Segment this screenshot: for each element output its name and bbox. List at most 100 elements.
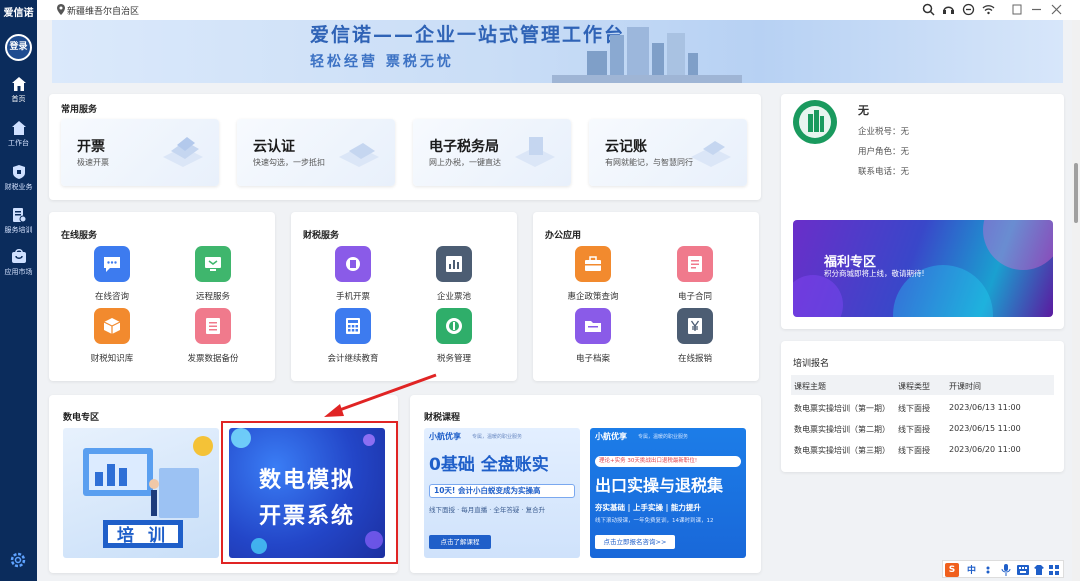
app-policy-query[interactable]: 惠企政策查询 xyxy=(548,246,638,308)
sidebar-item-app-market[interactable]: 应用市场 xyxy=(0,247,37,287)
mobile-invoice-icon xyxy=(346,257,360,271)
service-card-cloud-auth[interactable]: 云认证 快速勾选，一步抵扣 xyxy=(237,119,395,186)
top-bar: 新疆维吾尔自治区 xyxy=(37,0,1080,20)
sidebar-item-service-training[interactable]: 服务培训 xyxy=(0,205,37,245)
app-e-contract[interactable]: 电子合同 xyxy=(650,246,740,308)
sidebar-item-home[interactable]: 首页 xyxy=(0,74,37,114)
course-cta-button[interactable]: 点击立即报名咨询>> xyxy=(595,535,675,549)
app-label: 财税知识库 xyxy=(90,354,134,364)
punctuation-icon[interactable] xyxy=(985,565,995,575)
course-tag: 专属，温暖的职业服务 xyxy=(638,434,689,440)
location-selector[interactable]: 新疆维吾尔自治区 xyxy=(67,4,139,17)
app-label: 会计继续教育 xyxy=(327,354,379,364)
training-label: 培 训 xyxy=(117,526,169,546)
sidebar-item-tax-business[interactable]: 财税业务 xyxy=(0,162,37,202)
service-subtitle: 有网就能记，与智慧同行 xyxy=(605,158,693,167)
app-icon-tile xyxy=(436,308,472,344)
app-icon-tile xyxy=(94,308,130,344)
sidebar-item-label: 财税业务 xyxy=(4,183,33,191)
service-card-e-tax-bureau[interactable]: 电子税务局 网上办税，一键直达 xyxy=(413,119,571,186)
service-card-invoice[interactable]: 开票 极速开票 xyxy=(61,119,219,186)
app-enterprise-invoice-pool[interactable]: 企业票池 xyxy=(409,246,499,308)
column-header: 课程主题 xyxy=(794,382,826,391)
training-title: 培训报名 xyxy=(793,359,830,369)
microphone-icon[interactable] xyxy=(1001,564,1011,576)
app-online-reimbursement[interactable]: 在线报销 xyxy=(650,308,740,370)
table-cell-topic[interactable]: 数电票实操培训（第三期） xyxy=(794,445,890,456)
sidebar-item-label: 首页 xyxy=(11,95,26,103)
yuan-icon xyxy=(688,318,702,334)
tax-services-title: 财税服务 xyxy=(303,231,340,241)
app-icon-tile xyxy=(94,246,130,282)
app-icon-tile xyxy=(335,308,371,344)
close-icon[interactable] xyxy=(1050,3,1063,16)
service-subtitle: 极速开票 xyxy=(77,158,109,167)
minimize-icon[interactable] xyxy=(1030,3,1043,16)
app-tax-knowledge-base[interactable]: 财税知识库 xyxy=(67,308,157,370)
app-mobile-invoice[interactable]: 手机开票 xyxy=(308,246,398,308)
gear-icon[interactable] xyxy=(9,551,27,569)
service-card-cloud-bookkeeping[interactable]: 云记账 有网就能记，与智慧同行 xyxy=(589,119,747,186)
course-banner-accounting[interactable]: 小航优享 专属，温暖的职业服务 0基础 全盘账实 10天! 会计小白蜕变成为实操… xyxy=(424,428,580,558)
invoice-illustration-icon xyxy=(163,137,203,167)
app-label: 电子合同 xyxy=(677,292,712,302)
sogou-icon[interactable]: S xyxy=(945,563,959,577)
service-training-icon xyxy=(12,208,26,223)
chat-bubble-icon xyxy=(104,257,120,272)
app-icon-tile xyxy=(195,308,231,344)
table-cell-type: 线下面授 xyxy=(898,446,930,455)
course-cta-button[interactable]: 点击了解课程 xyxy=(429,535,491,549)
app-window: 爱信诺 登录 首页 工作台 财税业务 服务培训 应用市场 新疆维吾尔自治区 爱信… xyxy=(0,0,1080,581)
app-label: 电子档案 xyxy=(575,354,610,364)
restore-icon[interactable] xyxy=(1010,3,1023,16)
course-features: 线下滚动授课，一年免费复训，14课时到课，12 xyxy=(595,518,714,524)
service-title: 云记账 xyxy=(605,139,647,155)
bookkeeping-illustration-icon xyxy=(691,141,731,167)
table-cell-time: 2023/06/13 11:00 xyxy=(949,403,1021,412)
app-tax-management[interactable]: 税务管理 xyxy=(409,308,499,370)
skyline-base xyxy=(552,75,742,83)
app-invoice-backup[interactable]: 发票数据备份 xyxy=(168,308,258,370)
app-e-archive[interactable]: 电子档案 xyxy=(548,308,638,370)
location-pin-icon xyxy=(57,4,65,15)
shirt-icon[interactable] xyxy=(1034,565,1044,575)
service-title: 电子税务局 xyxy=(429,139,499,155)
grid-menu-icon[interactable] xyxy=(1049,565,1059,575)
digital-training-banner[interactable]: 培 训 xyxy=(63,428,219,558)
keyboard-icon[interactable] xyxy=(1017,565,1029,575)
app-icon-tile xyxy=(677,246,713,282)
banner-subtitle: 轻松经营 票税无忧 xyxy=(310,54,454,70)
sidebar-item-workbench[interactable]: 工作台 xyxy=(0,118,37,158)
app-accounting-education[interactable]: 会计继续教育 xyxy=(308,308,398,370)
course-tag: 专属，温暖的职业服务 xyxy=(472,434,523,440)
ime-language-toggle[interactable]: 中 xyxy=(967,563,976,576)
page-scrollbar[interactable] xyxy=(1072,20,1080,581)
table-cell-time: 2023/06/20 11:00 xyxy=(949,445,1021,454)
app-market-icon xyxy=(11,249,26,263)
app-remote-service[interactable]: 远程服务 xyxy=(168,246,258,308)
search-icon[interactable] xyxy=(922,3,935,16)
headset-icon[interactable] xyxy=(942,3,955,16)
table-cell-type: 线下面授 xyxy=(898,404,930,413)
sidebar-item-label: 服务培训 xyxy=(4,226,33,234)
tax-courses-title: 财税课程 xyxy=(424,413,461,423)
office-apps-title: 办公应用 xyxy=(545,231,582,241)
welfare-banner[interactable]: 福利专区 积分商城即将上线，敬请期待! xyxy=(793,220,1053,317)
table-cell-topic[interactable]: 数电票实操培训（第一期） xyxy=(794,403,890,414)
scrollbar-thumb[interactable] xyxy=(1074,163,1078,223)
service-title: 云认证 xyxy=(253,139,295,155)
course-banner-export-tax[interactable]: 小航优享 专属，温暖的职业服务 理论+实务 30天挑战出口退税最新职位! 出口实… xyxy=(590,428,746,558)
common-services-title: 常用服务 xyxy=(61,105,98,115)
table-cell-time: 2023/06/15 11:00 xyxy=(949,424,1021,433)
welfare-subtitle: 积分商城即将上线，敬请期待! xyxy=(824,269,925,278)
minus-circle-icon[interactable] xyxy=(962,3,975,16)
table-cell-topic[interactable]: 数电票实操培训（第二期） xyxy=(794,424,890,435)
avatar xyxy=(793,100,837,144)
course-highlight-line: 夯实基础 | 上手实操 | 能力提升 xyxy=(595,503,701,512)
app-label: 手机开票 xyxy=(335,292,370,302)
app-online-consult[interactable]: 在线咨询 xyxy=(67,246,157,308)
login-button[interactable]: 登录 xyxy=(5,34,32,61)
app-icon-tile xyxy=(575,246,611,282)
app-label: 税务管理 xyxy=(436,354,471,364)
brand-logo: 爱信诺 xyxy=(3,8,34,19)
